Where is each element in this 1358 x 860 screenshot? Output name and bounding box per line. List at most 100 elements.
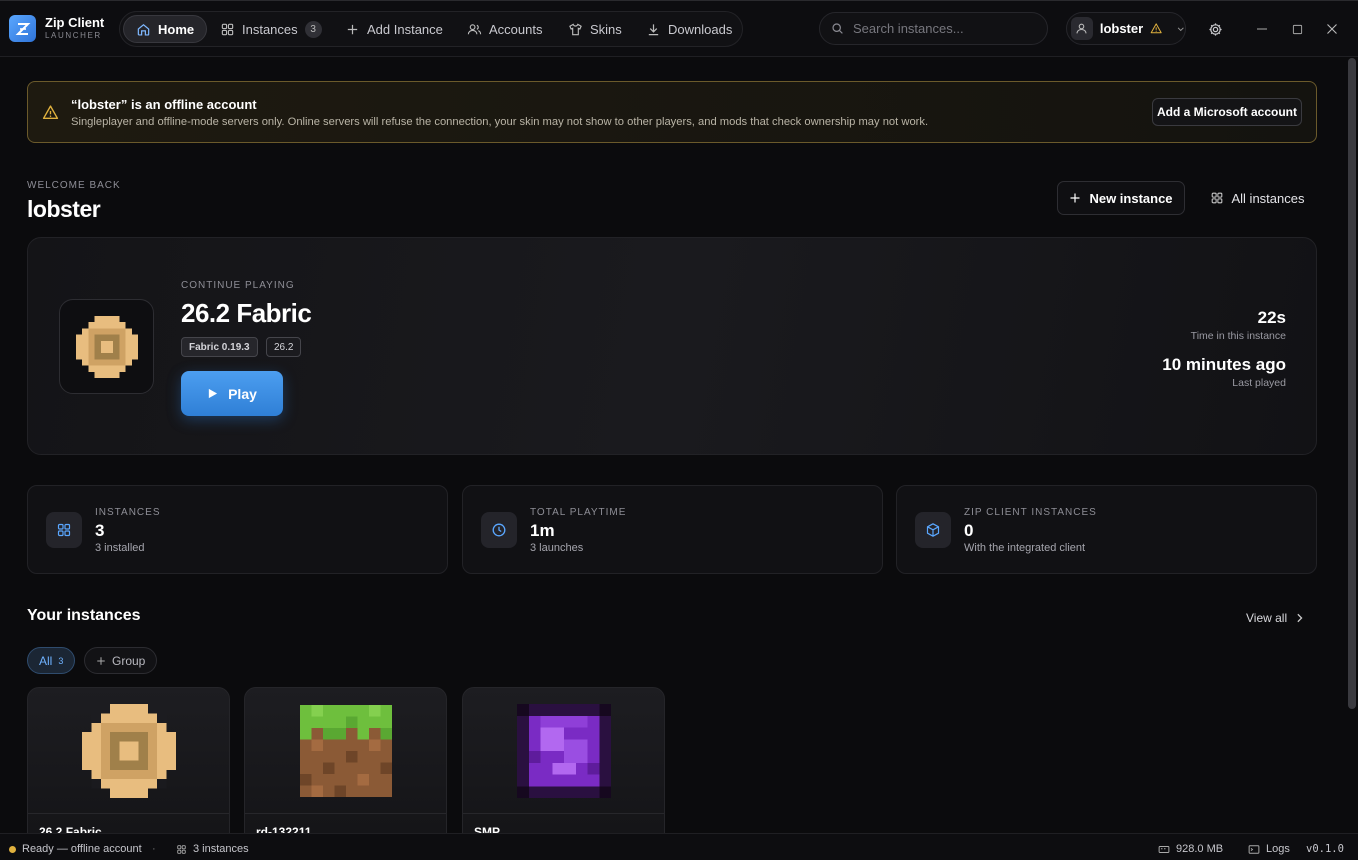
add-microsoft-account-button[interactable]: Add a Microsoft account [1152,98,1302,126]
minimize-icon [1257,28,1267,30]
plus-icon [347,24,358,34]
nav-instances-label: Instances [242,21,298,37]
stat-sub: With the integrated client [964,542,1086,554]
add-group-chip[interactable]: Group [84,647,158,674]
stat-sub: 3 installed [95,542,145,554]
minimize-button[interactable] [1252,19,1272,39]
status-instances: 3 instances [176,843,249,855]
new-instance-label: New instance [1089,190,1173,206]
grass-block-icon [245,688,446,814]
view-all-link[interactable]: View all [1246,611,1304,625]
close-button[interactable] [1322,19,1342,39]
account-switcher[interactable]: lobster [1066,12,1186,45]
search-icon [832,23,843,34]
version-label: v0.1.0 [1306,843,1344,855]
filter-all-label: All [39,653,53,668]
add-group-label: Group [112,653,146,668]
filter-all-count: 3 [58,655,64,666]
ender-pearl-icon [463,688,664,814]
fabric-block-icon [59,299,154,394]
logs-button[interactable]: Logs [1248,843,1290,855]
app-brand: Zip Client LAUNCHER [45,16,104,41]
stat-value: 1m [530,521,555,540]
last-played-value: 10 minutes ago [1162,355,1286,374]
status-indicator: Ready — offline account [9,843,142,855]
all-instances-button[interactable]: All instances [1200,181,1314,215]
view-all-label: View all [1246,611,1288,625]
nav-home[interactable]: Home [123,15,208,43]
grid-icon [177,844,186,854]
terminal-icon [1248,844,1260,854]
hero-instance-title: 26.2 Fabric [181,298,312,328]
gear-icon [1208,22,1222,36]
warning-icon [1150,23,1162,34]
play-icon [208,388,218,399]
nav-home-label: Home [158,21,195,37]
new-instance-button[interactable]: New instance [1057,181,1185,215]
stat-sub: 3 launches [530,542,584,554]
nav-add-instance-label: Add Instance [367,21,443,37]
account-name: lobster [1099,21,1144,36]
nav-add-instance[interactable]: Add Instance [333,15,455,43]
nav-instances[interactable]: Instances 3 [208,15,334,43]
all-instances-label: All instances [1231,190,1305,206]
plus-icon [97,656,105,665]
loader-version-tag: Fabric 0.19.3 [181,337,258,357]
maximize-button[interactable] [1287,19,1307,39]
continue-playing-label: CONTINUE PLAYING [181,280,295,291]
search-input[interactable] [853,21,1033,36]
chevron-down-icon [1177,26,1184,31]
your-instances-title: Your instances [27,607,141,624]
plus-icon [1070,193,1080,203]
play-button[interactable]: Play [181,371,283,416]
stat-card-zip-client: ZIP CLIENT INSTANCES 0 With the integrat… [896,485,1317,574]
status-separator: · [152,843,156,855]
status-dot [9,845,16,853]
logs-label: Logs [1266,843,1290,855]
home-icon [137,23,150,36]
instance-card[interactable]: SMP [462,687,665,847]
banner-title: “lobster” is an offline account [71,97,257,112]
banner-text: Singleplayer and offline-mode servers on… [71,116,929,128]
time-in-instance-label: Time in this instance [1190,330,1286,342]
app-subtitle: LAUNCHER [45,31,102,40]
app-logo-icon [9,15,36,42]
play-label: Play [228,385,257,402]
memory-usage: 928.0 MB [1158,843,1223,855]
cube-icon [915,512,951,548]
user-icon [1071,17,1093,40]
stat-card-instances: INSTANCES 3 3 installed [27,485,448,574]
stat-label: INSTANCES [95,507,161,518]
status-text: Ready — offline account [22,843,142,855]
instance-card[interactable]: rd-132211 [244,687,447,847]
nav-downloads-label: Downloads [668,21,733,37]
last-played-label: Last played [1232,377,1286,389]
nav-skins[interactable]: Skins [556,15,634,43]
warning-icon [42,105,59,120]
stat-value: 3 [95,521,105,540]
nav-accounts[interactable]: Accounts [455,15,554,43]
close-icon [1327,24,1337,34]
nav-skins-label: Skins [590,21,622,37]
settings-button[interactable] [1205,19,1225,39]
stat-label: TOTAL PLAYTIME [530,507,627,518]
chevron-right-icon [1297,613,1303,623]
grid-icon [46,512,82,548]
instances-count-badge: 3 [304,20,322,38]
welcome-label: WELCOME BACK [27,180,121,191]
time-in-instance-stat: 22s Time in this instance [1191,308,1286,342]
status-instances-count: 3 instances [193,843,249,855]
time-in-instance-value: 22s [1257,308,1286,327]
search-box [819,12,1048,45]
grid-icon [221,23,234,35]
continue-playing-card: CONTINUE PLAYING 26.2 Fabric Fabric 0.19… [27,237,1317,455]
game-version-tag: 26.2 [266,337,302,357]
instance-card[interactable]: 26.2 Fabric [27,687,230,847]
launcher-window: Zip Client LAUNCHER Home Instances 3 Add… [0,0,1358,860]
top-bar: Zip Client LAUNCHER Home Instances 3 Add… [0,1,1358,57]
scrollbar-thumb[interactable] [1348,58,1356,709]
app-name: Zip Client [45,15,105,30]
offline-account-banner: “lobster” is an offline account Singlepl… [27,81,1317,143]
nav-downloads[interactable]: Downloads [634,15,744,43]
filter-all-chip[interactable]: All 3 [27,647,76,674]
